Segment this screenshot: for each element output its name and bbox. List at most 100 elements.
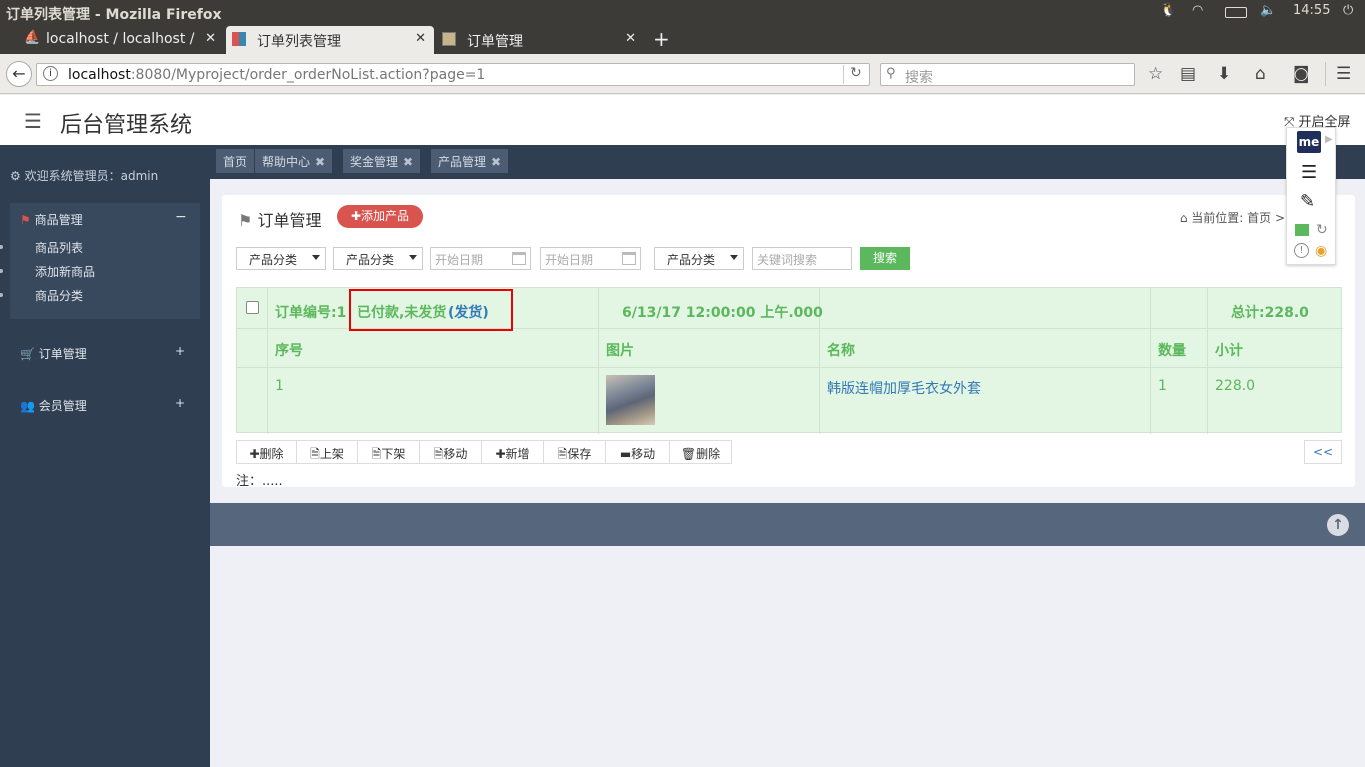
expand-toggle[interactable]: + bbox=[175, 396, 185, 410]
close-icon[interactable]: ✖ bbox=[491, 155, 501, 169]
ship-link[interactable]: (发货) bbox=[448, 302, 489, 322]
info-icon[interactable]: i bbox=[43, 66, 58, 81]
file-icon: 🗎 bbox=[557, 447, 568, 461]
alert-icon[interactable]: ! bbox=[1294, 243, 1309, 258]
pocket-icon[interactable]: ◙ bbox=[1293, 64, 1310, 84]
url-bar[interactable]: i localhost:8080/Myproject/order_orderNo… bbox=[36, 63, 870, 86]
column-header-subtotal: 小计 bbox=[1215, 343, 1243, 359]
eye-icon[interactable]: ◉ bbox=[1315, 243, 1327, 259]
browser-tab-order-manage[interactable]: 订单管理 ✕ bbox=[436, 26, 644, 54]
divider bbox=[1325, 62, 1326, 86]
browser-tab-phpmyadmin[interactable]: ⛵ localhost / localhost / ✕ bbox=[18, 26, 224, 54]
button-label: 新增 bbox=[505, 447, 530, 461]
plus-icon: ✚ bbox=[495, 447, 506, 461]
start-date-input-1[interactable]: 开始日期 bbox=[430, 247, 531, 270]
volume-icon[interactable]: 🔈 bbox=[1260, 3, 1276, 18]
flag-icon: ⚑ bbox=[238, 211, 253, 230]
delete-button-2[interactable]: 🗑删除 bbox=[669, 440, 732, 464]
category-select-3[interactable]: 产品分类 bbox=[654, 247, 744, 270]
back-button[interactable]: ← bbox=[6, 61, 32, 87]
close-tab-icon[interactable]: ✕ bbox=[415, 31, 426, 46]
pager-prev-button[interactable]: << bbox=[1304, 440, 1342, 464]
cart-icon: 🛒 bbox=[20, 347, 35, 361]
browser-tab-order-list[interactable]: 订单列表管理 ✕ bbox=[226, 26, 434, 54]
delete-button[interactable]: ✚删除 bbox=[236, 440, 297, 464]
add-product-button[interactable]: ✚添加产品 bbox=[337, 205, 423, 228]
scroll-top-icon[interactable]: ↑ bbox=[1327, 514, 1349, 536]
add-button[interactable]: ✚新增 bbox=[481, 440, 544, 464]
content-tabs: 首页 帮助中心 ✖ 奖金管理 ✖ 产品管理 ✖ bbox=[210, 145, 1365, 179]
tab-bonus[interactable]: 奖金管理 ✖ bbox=[343, 149, 421, 173]
divider bbox=[843, 65, 844, 84]
sidebar-item-product-category[interactable]: 商品分类 bbox=[35, 287, 83, 304]
tab-home[interactable]: 首页 bbox=[216, 149, 255, 173]
sidebar-group-header-members[interactable]: 👥 会员管理 bbox=[20, 397, 87, 414]
reading-list-icon[interactable]: ▤ bbox=[1180, 64, 1196, 84]
hamburger-icon[interactable]: ☰ bbox=[24, 109, 42, 133]
clock[interactable]: 14:55 bbox=[1293, 3, 1330, 18]
close-icon[interactable]: ✖ bbox=[315, 155, 325, 169]
category-select-2[interactable]: 产品分类 bbox=[333, 247, 423, 270]
bookmark-star-icon[interactable]: ☆ bbox=[1148, 64, 1163, 84]
flag-icon: ⚑ bbox=[20, 213, 31, 227]
divider bbox=[1207, 288, 1208, 434]
start-date-input-2[interactable]: 开始日期 bbox=[540, 247, 641, 270]
home-icon[interactable]: ⌂ bbox=[1255, 64, 1266, 84]
magic-wand-icon[interactable]: ✎ bbox=[1300, 191, 1315, 212]
column-header-qty: 数量 bbox=[1158, 343, 1186, 359]
tab-label: 产品管理 bbox=[438, 155, 487, 169]
product-thumbnail[interactable] bbox=[606, 375, 655, 425]
save-button[interactable]: 🗎保存 bbox=[543, 440, 606, 464]
power-icon[interactable]: ⏻ bbox=[1343, 3, 1353, 18]
download-icon[interactable]: ⬇ bbox=[1217, 64, 1231, 84]
battery-icon[interactable] bbox=[1225, 7, 1247, 18]
plus-icon: ✚ bbox=[249, 447, 260, 461]
calendar-icon bbox=[512, 252, 526, 265]
browser-search-field[interactable]: ⚲ 搜索 bbox=[880, 63, 1135, 86]
expand-toggle[interactable]: + bbox=[175, 344, 185, 358]
sidebar-item-add-product[interactable]: 添加新商品 bbox=[35, 263, 95, 280]
sidebar-group-header-orders[interactable]: 🛒 订单管理 bbox=[20, 345, 87, 362]
refresh-icon[interactable]: ↻ bbox=[1316, 222, 1328, 238]
select-all-checkbox[interactable] bbox=[246, 301, 259, 314]
close-icon[interactable]: ✖ bbox=[403, 155, 413, 169]
users-icon: 👥 bbox=[20, 399, 35, 413]
menu-icon[interactable]: ☰ bbox=[1336, 64, 1351, 84]
product-name-link[interactable]: 韩版连帽加厚毛衣女外套 bbox=[827, 378, 981, 398]
button-label: 移动 bbox=[443, 447, 468, 461]
new-tab-button[interactable]: + bbox=[653, 27, 670, 51]
collapse-toggle[interactable]: − bbox=[175, 209, 187, 225]
reload-icon[interactable]: ↻ bbox=[850, 65, 862, 81]
me-extension-icon[interactable]: me bbox=[1297, 131, 1321, 153]
category-select-1[interactable]: 产品分类 bbox=[236, 247, 326, 270]
search-button[interactable]: 搜索 bbox=[860, 247, 910, 270]
menu-icon[interactable]: ☰ bbox=[1301, 162, 1317, 183]
row-index: 1 bbox=[275, 378, 284, 394]
divider bbox=[1150, 288, 1151, 434]
close-tab-icon[interactable]: ✕ bbox=[205, 31, 216, 46]
move-button[interactable]: 🗎移动 bbox=[419, 440, 482, 464]
close-tab-icon[interactable]: ✕ bbox=[625, 31, 636, 46]
keyword-search-input[interactable]: 关键词搜索 bbox=[752, 247, 852, 270]
move-button-2[interactable]: ▬移动 bbox=[605, 440, 670, 464]
wifi-icon[interactable]: ◠ bbox=[1192, 3, 1203, 18]
home-icon: ⌂ bbox=[1179, 211, 1188, 225]
tab-products[interactable]: 产品管理 ✖ bbox=[431, 149, 509, 173]
tux-icon[interactable]: 🐧 bbox=[1160, 3, 1176, 18]
column-header-index: 序号 bbox=[275, 343, 303, 359]
file-icon: 🗎 bbox=[433, 447, 444, 461]
bullet-dot bbox=[0, 245, 3, 249]
tab-help-center[interactable]: 帮助中心 ✖ bbox=[255, 149, 333, 173]
sidebar-item-product-list[interactable]: 商品列表 bbox=[35, 239, 83, 256]
trash-icon: 🗑 bbox=[680, 447, 697, 461]
publish-button[interactable]: 🗎上架 bbox=[296, 440, 358, 464]
unpublish-button[interactable]: 🗎下架 bbox=[357, 440, 420, 464]
cast-icon[interactable] bbox=[1295, 224, 1309, 236]
sidebar-group-header-products[interactable]: ⚑ 商品管理 bbox=[20, 211, 83, 228]
button-label: 删除 bbox=[259, 447, 284, 461]
date-placeholder: 开始日期 bbox=[545, 253, 594, 267]
dashboard-icon: ⚙ bbox=[10, 169, 21, 183]
divider bbox=[598, 288, 599, 434]
chevron-down-icon bbox=[730, 255, 738, 260]
bullet-dot bbox=[0, 269, 3, 273]
